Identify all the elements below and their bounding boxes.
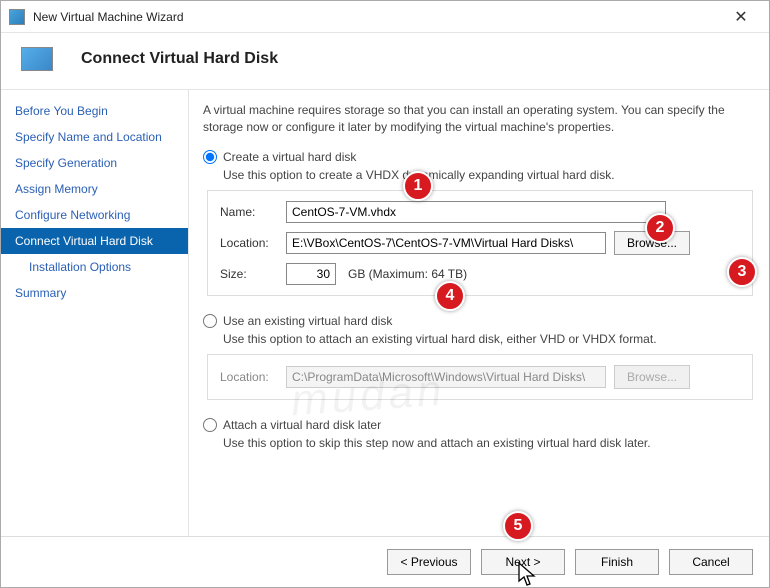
existing-browse-button: Browse... [614, 365, 690, 389]
previous-button[interactable]: < Previous [387, 549, 471, 575]
sidebar-item[interactable]: Before You Begin [1, 98, 188, 124]
name-input[interactable] [286, 201, 666, 223]
option-existing: Use an existing virtual hard disk Use th… [203, 314, 753, 400]
body: Before You Begin Specify Name and Locati… [1, 89, 769, 536]
size-unit: GB (Maximum: 64 TB) [348, 267, 467, 281]
wizard-window: New Virtual Machine Wizard ✕ Connect Vir… [0, 0, 770, 588]
option-later-desc: Use this option to skip this step now an… [223, 436, 753, 450]
titlebar: New Virtual Machine Wizard ✕ [1, 1, 769, 33]
existing-location-label: Location: [220, 370, 278, 384]
sidebar-item[interactable]: Specify Name and Location [1, 124, 188, 150]
finish-button[interactable]: Finish [575, 549, 659, 575]
option-create: Create a virtual hard disk Use this opti… [203, 150, 753, 296]
window-title: New Virtual Machine Wizard [33, 10, 721, 24]
location-label: Location: [220, 236, 278, 250]
radio-create[interactable] [203, 150, 217, 164]
cancel-button[interactable]: Cancel [669, 549, 753, 575]
option-existing-desc: Use this option to attach an existing vi… [223, 332, 753, 346]
next-button[interactable]: Next > [481, 549, 565, 575]
header: Connect Virtual Hard Disk [1, 33, 769, 89]
browse-button[interactable]: Browse... [614, 231, 690, 255]
size-input[interactable] [286, 263, 336, 285]
content: A virtual machine requires storage so th… [189, 90, 763, 536]
radio-create-label: Create a virtual hard disk [223, 150, 356, 164]
radio-existing-label: Use an existing virtual hard disk [223, 314, 392, 328]
radio-later[interactable] [203, 418, 217, 432]
footer: < Previous Next > Finish Cancel [1, 536, 769, 587]
name-label: Name: [220, 205, 278, 219]
existing-location-input [286, 366, 606, 388]
intro-text: A virtual machine requires storage so th… [203, 102, 753, 136]
option-later: Attach a virtual hard disk later Use thi… [203, 418, 753, 450]
wizard-icon [21, 47, 53, 71]
radio-later-label: Attach a virtual hard disk later [223, 418, 381, 432]
option-create-desc: Use this option to create a VHDX dynamic… [223, 168, 753, 182]
size-label: Size: [220, 267, 278, 281]
create-fields: Name: Location: Browse... Size: GB (Maxi… [207, 190, 753, 296]
close-icon[interactable]: ✕ [721, 7, 761, 27]
radio-existing[interactable] [203, 314, 217, 328]
location-input[interactable] [286, 232, 606, 254]
sidebar-item[interactable]: Installation Options [1, 254, 188, 280]
app-icon [9, 9, 25, 25]
sidebar-item[interactable]: Specify Generation [1, 150, 188, 176]
sidebar-item[interactable]: Summary [1, 280, 188, 306]
sidebar-item[interactable]: Assign Memory [1, 176, 188, 202]
sidebar-item[interactable]: Configure Networking [1, 202, 188, 228]
sidebar: Before You Begin Specify Name and Locati… [1, 90, 189, 536]
existing-fields: Location: Browse... [207, 354, 753, 400]
page-title: Connect Virtual Hard Disk [81, 50, 278, 68]
sidebar-item-active[interactable]: Connect Virtual Hard Disk [1, 228, 188, 254]
